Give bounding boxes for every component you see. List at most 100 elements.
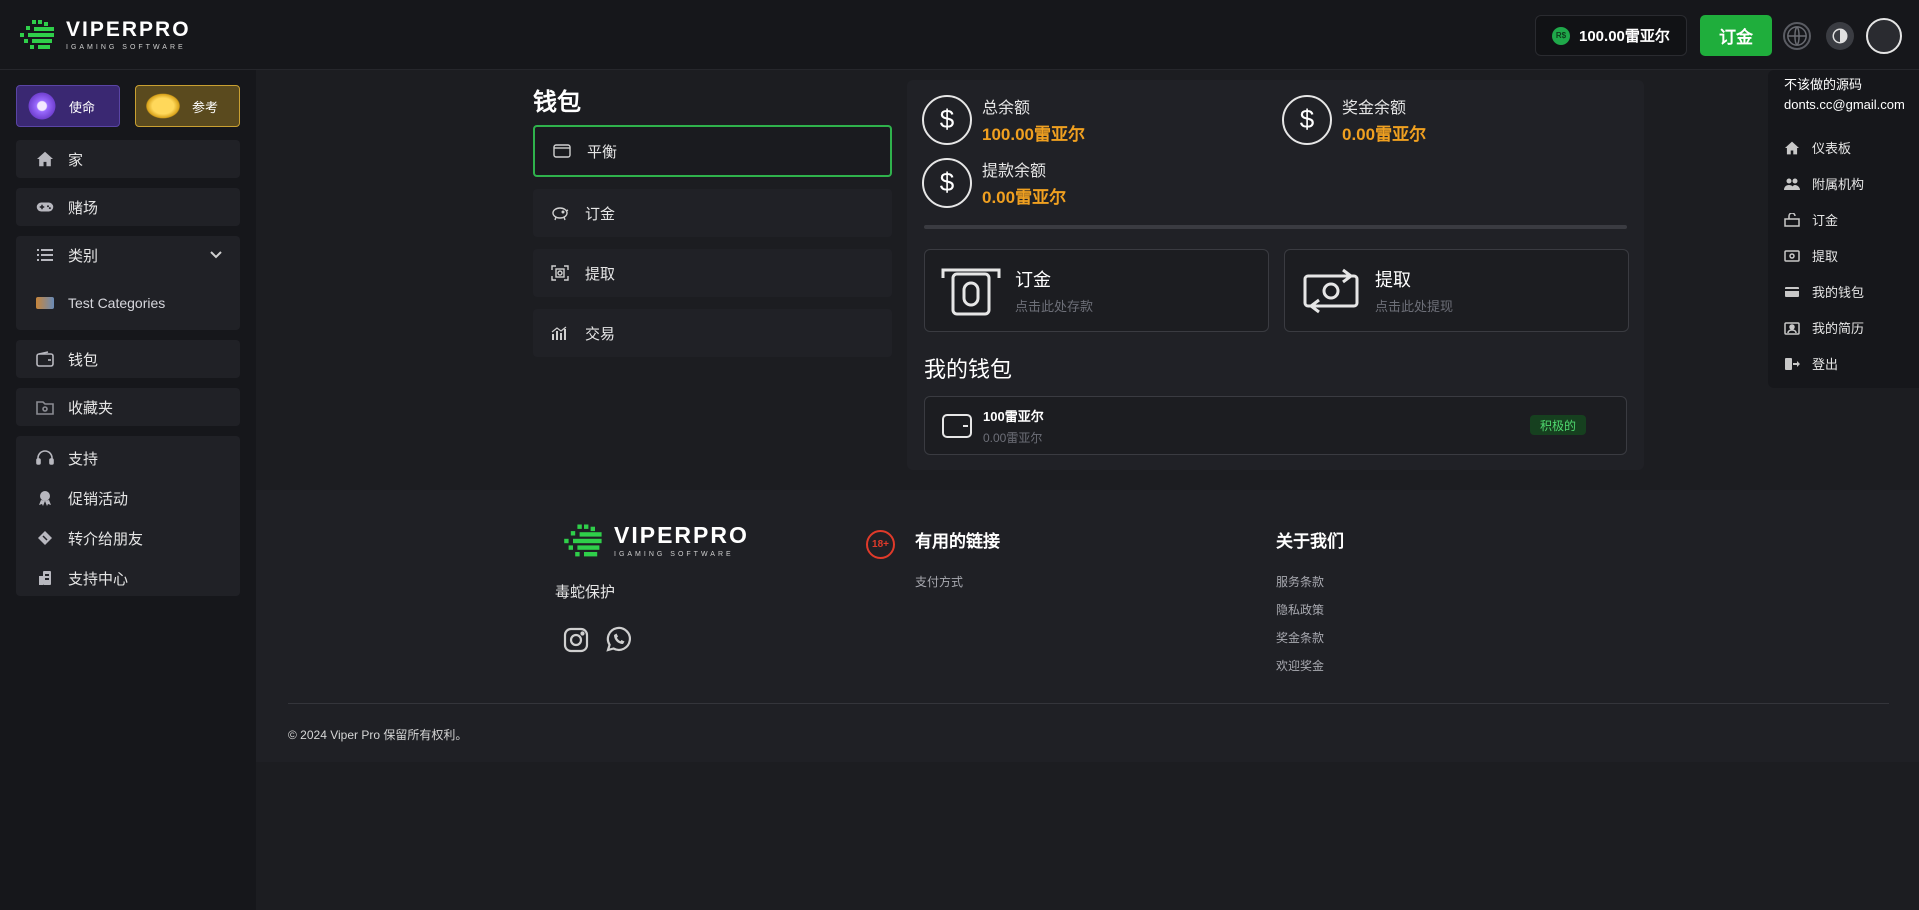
dropdown-label: 仪表板 (1812, 141, 1852, 156)
brand-name: VIPERPRO (614, 522, 749, 548)
deposit-button[interactable]: 订金 (1700, 15, 1772, 56)
viper-logo-icon (564, 524, 602, 557)
dropdown-label: 订金 (1812, 213, 1839, 228)
piggy-bank-icon (551, 205, 569, 221)
deposit-card[interactable]: 订金 点击此处存款 (924, 249, 1269, 332)
help-center-icon (36, 569, 54, 587)
withdraw-card[interactable]: 提取 点击此处提现 (1284, 249, 1629, 332)
whatsapp-icon[interactable] (604, 626, 632, 654)
balance-value: 0.00雷亚尔 (982, 188, 1067, 207)
footer-divider (288, 703, 1889, 704)
sidebar-item-label: 家 (68, 151, 84, 169)
dropdown-item-dashboard[interactable]: 仪表板 (1784, 138, 1851, 157)
sidebar-item-label: 转介给朋友 (68, 530, 144, 548)
sidebar-item-help-center[interactable]: 支持中心 (16, 558, 240, 598)
category-thumbnail (36, 297, 54, 309)
balance-value: 0.00雷亚尔 (1342, 125, 1427, 144)
sidebar-item-casino[interactable]: 赌场 (16, 188, 240, 226)
footer-link-welcome-bonus[interactable]: 欢迎奖金 (1276, 657, 1324, 674)
viper-logo-icon (20, 20, 54, 49)
dropdown-item-logout[interactable]: 登出 (1784, 354, 1838, 373)
mission-promo-button[interactable]: 使命 (16, 85, 120, 127)
dropdown-item-withdraw[interactable]: 提取 (1784, 246, 1838, 265)
logout-icon (1784, 357, 1800, 371)
coins-icon (144, 92, 182, 120)
user-dropdown: 不该做的源码 donts.cc@gmail.com 仪表板 附属机构 订金 提取… (1768, 70, 1919, 388)
sidebar-item-test-categories[interactable]: Test Categories (16, 284, 240, 322)
sidebar-item-home[interactable]: 家 (16, 140, 240, 178)
chevron-down-icon[interactable] (210, 248, 222, 262)
wallet-menu-deposit[interactable]: 订金 (533, 189, 892, 237)
id-card-icon (1784, 321, 1800, 335)
wallet-row[interactable]: 100雷亚尔 0.00雷亚尔 积极的 (924, 396, 1627, 455)
status-badge: 积极的 (1529, 415, 1586, 435)
ticket-icon (36, 529, 54, 547)
footer-logo[interactable]: VIPERPRO IGAMING SOFTWARE (562, 522, 749, 560)
globe-icon[interactable] (1783, 22, 1811, 50)
sidebar-item-promotions[interactable]: 促销活动 (16, 478, 240, 518)
dropdown-email: donts.cc@gmail.com (1784, 96, 1905, 112)
avatar[interactable] (1866, 18, 1902, 54)
footer-link-privacy[interactable]: 隐私政策 (1276, 601, 1324, 618)
wallet-icon (36, 350, 54, 368)
wallet-menu-balance[interactable]: 平衡 (533, 125, 892, 177)
page-title: 钱包 (533, 89, 581, 116)
sidebar-item-label: 钱包 (68, 351, 99, 369)
dropdown-label: 附属机构 (1812, 177, 1865, 192)
balance-label: 奖金余额 (1342, 100, 1407, 117)
sidebar-item-categories[interactable]: 类别 (16, 236, 240, 274)
wallet-menu-label: 交易 (585, 325, 616, 343)
dropdown-label: 我的简历 (1812, 321, 1865, 336)
wallet-menu-label: 平衡 (587, 143, 618, 161)
withdraw-icon (1784, 249, 1800, 263)
sidebar-item-favorites[interactable]: 收藏夹 (16, 388, 240, 426)
referral-promo-button[interactable]: 参考 (135, 85, 240, 127)
sidebar-item-support[interactable]: 支持 (16, 438, 240, 478)
age-restriction-badge: 18+ (866, 530, 895, 559)
footer-link-payment-methods[interactable]: 支付方式 (915, 573, 963, 590)
dropdown-item-deposit[interactable]: 订金 (1784, 210, 1838, 229)
footer (256, 490, 1919, 762)
footer-link-bonus-terms[interactable]: 奖金条款 (1276, 629, 1324, 646)
wallet-menu-transactions[interactable]: 交易 (533, 309, 892, 357)
withdraw-icon (551, 265, 569, 281)
copyright: © 2024 Viper Pro 保留所有权利。 (288, 728, 468, 742)
wallet-name: 100雷亚尔 (983, 408, 1044, 424)
sidebar-item-label: 支持中心 (68, 570, 129, 588)
total-balance: $ 总余额 100.00雷亚尔 (922, 94, 1085, 145)
sidebar-item-wallet[interactable]: 钱包 (16, 340, 240, 378)
balance-label: 提款余额 (982, 163, 1047, 180)
dropdown-item-my-profile[interactable]: 我的简历 (1784, 318, 1864, 337)
dropdown-label: 提取 (1812, 249, 1839, 264)
wallet-icon (553, 143, 571, 159)
dropdown-label: 我的钱包 (1812, 285, 1865, 300)
sidebar-categories-group: 类别 Test Categories (16, 236, 240, 330)
dropdown-item-affiliates[interactable]: 附属机构 (1784, 174, 1864, 193)
folder-icon (36, 398, 54, 416)
dollar-icon: $ (922, 157, 972, 208)
instagram-icon[interactable] (562, 626, 590, 654)
sidebar-item-refer-friend[interactable]: 转介给朋友 (16, 518, 240, 558)
card-subtitle: 点击此处提现 (1375, 299, 1454, 314)
logo[interactable]: VIPERPRO IGAMING SOFTWARE (18, 18, 191, 52)
dropdown-item-my-wallet[interactable]: 我的钱包 (1784, 282, 1864, 301)
top-bar: VIPERPRO IGAMING SOFTWARE R$ 100.00雷亚尔 订… (0, 0, 1919, 70)
users-icon (1784, 177, 1800, 191)
theme-toggle-icon[interactable] (1826, 22, 1854, 50)
wallet-menu-withdraw[interactable]: 提取 (533, 249, 892, 297)
chart-icon (551, 325, 569, 341)
balance-label: 总余额 (982, 100, 1031, 117)
balance-pill[interactable]: R$ 100.00雷亚尔 (1535, 15, 1687, 56)
dropdown-username: 不该做的源码 (1784, 77, 1863, 92)
balance-value: 100.00雷亚尔 (982, 125, 1085, 144)
footer-link-terms[interactable]: 服务条款 (1276, 573, 1324, 590)
header-balance: 100.00雷亚尔 (1579, 28, 1670, 45)
wallet-menu-label: 订金 (585, 205, 616, 223)
headset-icon (36, 449, 54, 467)
deposit-icon (941, 268, 1001, 315)
referral-label: 参考 (192, 99, 219, 115)
sidebar-item-label: 收藏夹 (68, 399, 114, 417)
gamepad-icon (36, 198, 54, 216)
home-icon (36, 150, 54, 168)
target-icon (25, 92, 59, 120)
